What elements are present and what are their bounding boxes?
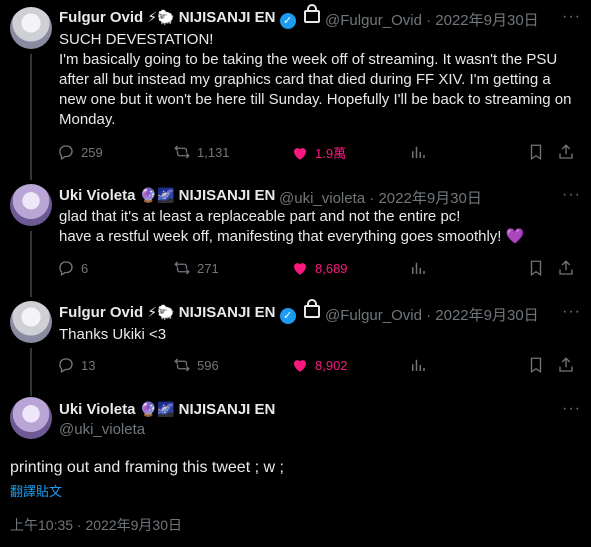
retweet-count: 596 [197,357,219,373]
author-handle[interactable]: @Fulgur_Ovid [325,307,422,324]
reply-count: 13 [81,357,96,373]
like-button[interactable]: 8,902 [291,356,348,374]
tweet-3-text: Thanks Ukiki <3 [59,326,167,343]
avatar-fulgur[interactable] [10,301,52,343]
tweet-1-text: SUCH DEVESTATION! I'm basically going to… [59,31,572,128]
tweet-date[interactable]: 2022年9月30日 [435,12,538,29]
author-handle[interactable]: @uki_violeta [279,190,365,207]
more-icon[interactable]: ··· [562,8,581,26]
tweet-1-actions: 259 1,131 1.9萬 [57,143,577,163]
like-button[interactable]: 1.9萬 [291,143,346,162]
views-icon [412,146,425,158]
views-button[interactable] [409,259,427,277]
tweet-1-author[interactable]: Fulgur Ovid ⚡🐑 NIJISANJI EN ✓ [59,4,320,29]
more-icon[interactable]: ··· [562,400,581,418]
share-icon [559,357,573,372]
views-icon [412,359,425,371]
bookmark-icon [530,260,542,277]
views-button[interactable] [409,356,427,374]
tweet-3-actions: 13 596 8,902 [57,356,577,376]
retweet-icon [174,261,190,275]
reply-button[interactable]: 13 [57,356,95,374]
bookmark-button[interactable] [527,143,545,161]
author-name[interactable]: Fulgur Ovid [59,304,143,321]
main-text: printing out and framing this tweet ; w … [10,459,284,476]
thread-line [30,54,32,180]
more-icon[interactable]: ··· [562,303,581,321]
views-button[interactable] [409,143,427,161]
lock-icon [303,299,320,318]
reply-icon [59,261,73,276]
tweet-2-text: glad that it's at least a replaceable pa… [59,208,525,245]
retweet-button[interactable]: 596 [173,356,219,374]
share-button[interactable] [557,143,575,161]
tweet-date[interactable]: 2022年9月30日 [435,307,538,324]
share-icon [559,260,573,275]
tweet-2-author[interactable]: Uki Violeta 🔮🌌 NIJISANJI EN [59,187,275,204]
tweet-2-meta: @uki_violeta · 2022年9月30日 [279,190,482,207]
main-timestamp[interactable]: 上午10:35 · 2022年9月30日 [10,515,182,535]
tweet-3-author[interactable]: Fulgur Ovid ⚡🐑 NIJISANJI EN ✓ [59,299,320,324]
verified-icon: ✓ [279,13,296,29]
avatar-uki-main[interactable] [10,397,52,439]
verified-icon: ✓ [279,308,296,324]
bookmark-button[interactable] [527,356,545,374]
like-button[interactable]: 8,689 [291,259,348,277]
bookmark-icon [530,357,542,374]
author-org: NIJISANJI EN [178,187,276,204]
retweet-count: 1,131 [197,144,230,160]
translate-link[interactable]: 翻譯貼文 [10,481,62,500]
lock-icon [303,4,320,23]
reply-button[interactable]: 6 [57,259,88,277]
tweet-3-meta: @Fulgur_Ovid · 2022年9月30日 [325,307,539,324]
author-org: NIJISANJI EN [178,304,276,321]
bookmark-icon [530,144,542,161]
author-name[interactable]: Uki Violeta [59,187,135,204]
author-emoji: ⚡🐑 [147,304,175,320]
reply-count: 6 [81,260,89,276]
reply-button[interactable]: 259 [57,143,103,161]
main-handle[interactable]: @uki_violeta [59,421,145,438]
retweet-icon [174,145,190,159]
tweet-date[interactable]: 2022年9月30日 [378,190,481,207]
tweet-1-meta: @Fulgur_Ovid · 2022年9月30日 [325,12,539,29]
reply-icon [59,145,73,160]
like-icon [294,263,306,275]
share-button[interactable] [557,356,575,374]
author-name[interactable]: Fulgur Ovid [59,9,143,26]
thread-line [30,231,32,297]
author-org: NIJISANJI EN [178,401,276,418]
author-emoji: 🔮🌌 [139,401,175,417]
author-handle[interactable]: @Fulgur_Ovid [325,12,422,29]
reply-count: 259 [81,144,103,160]
author-name[interactable]: Uki Violeta [59,401,135,418]
like-icon [294,147,306,160]
main-author[interactable]: Uki Violeta 🔮🌌 NIJISANJI EN [59,401,275,418]
author-emoji: 🔮🌌 [139,187,175,203]
bookmark-button[interactable] [527,259,545,277]
more-icon[interactable]: ··· [562,186,581,204]
author-org: NIJISANJI EN [178,9,276,26]
like-count: 8,689 [315,260,348,276]
retweet-button[interactable]: 271 [173,259,219,277]
retweet-button[interactable]: 1,131 [173,143,230,161]
tweet-2-actions: 6 271 8,689 [57,259,577,279]
like-count: 8,902 [315,357,348,373]
retweet-count: 271 [197,260,219,276]
thread-line [30,348,32,396]
like-count: 1.9萬 [315,146,347,161]
views-icon [412,262,425,274]
share-icon [559,144,573,159]
author-emoji: ⚡🐑 [147,9,175,25]
avatar-fulgur[interactable] [10,7,52,49]
share-button[interactable] [557,259,575,277]
reply-icon [59,358,73,373]
avatar-uki[interactable] [10,184,52,226]
like-icon [294,360,306,372]
retweet-icon [174,358,190,372]
